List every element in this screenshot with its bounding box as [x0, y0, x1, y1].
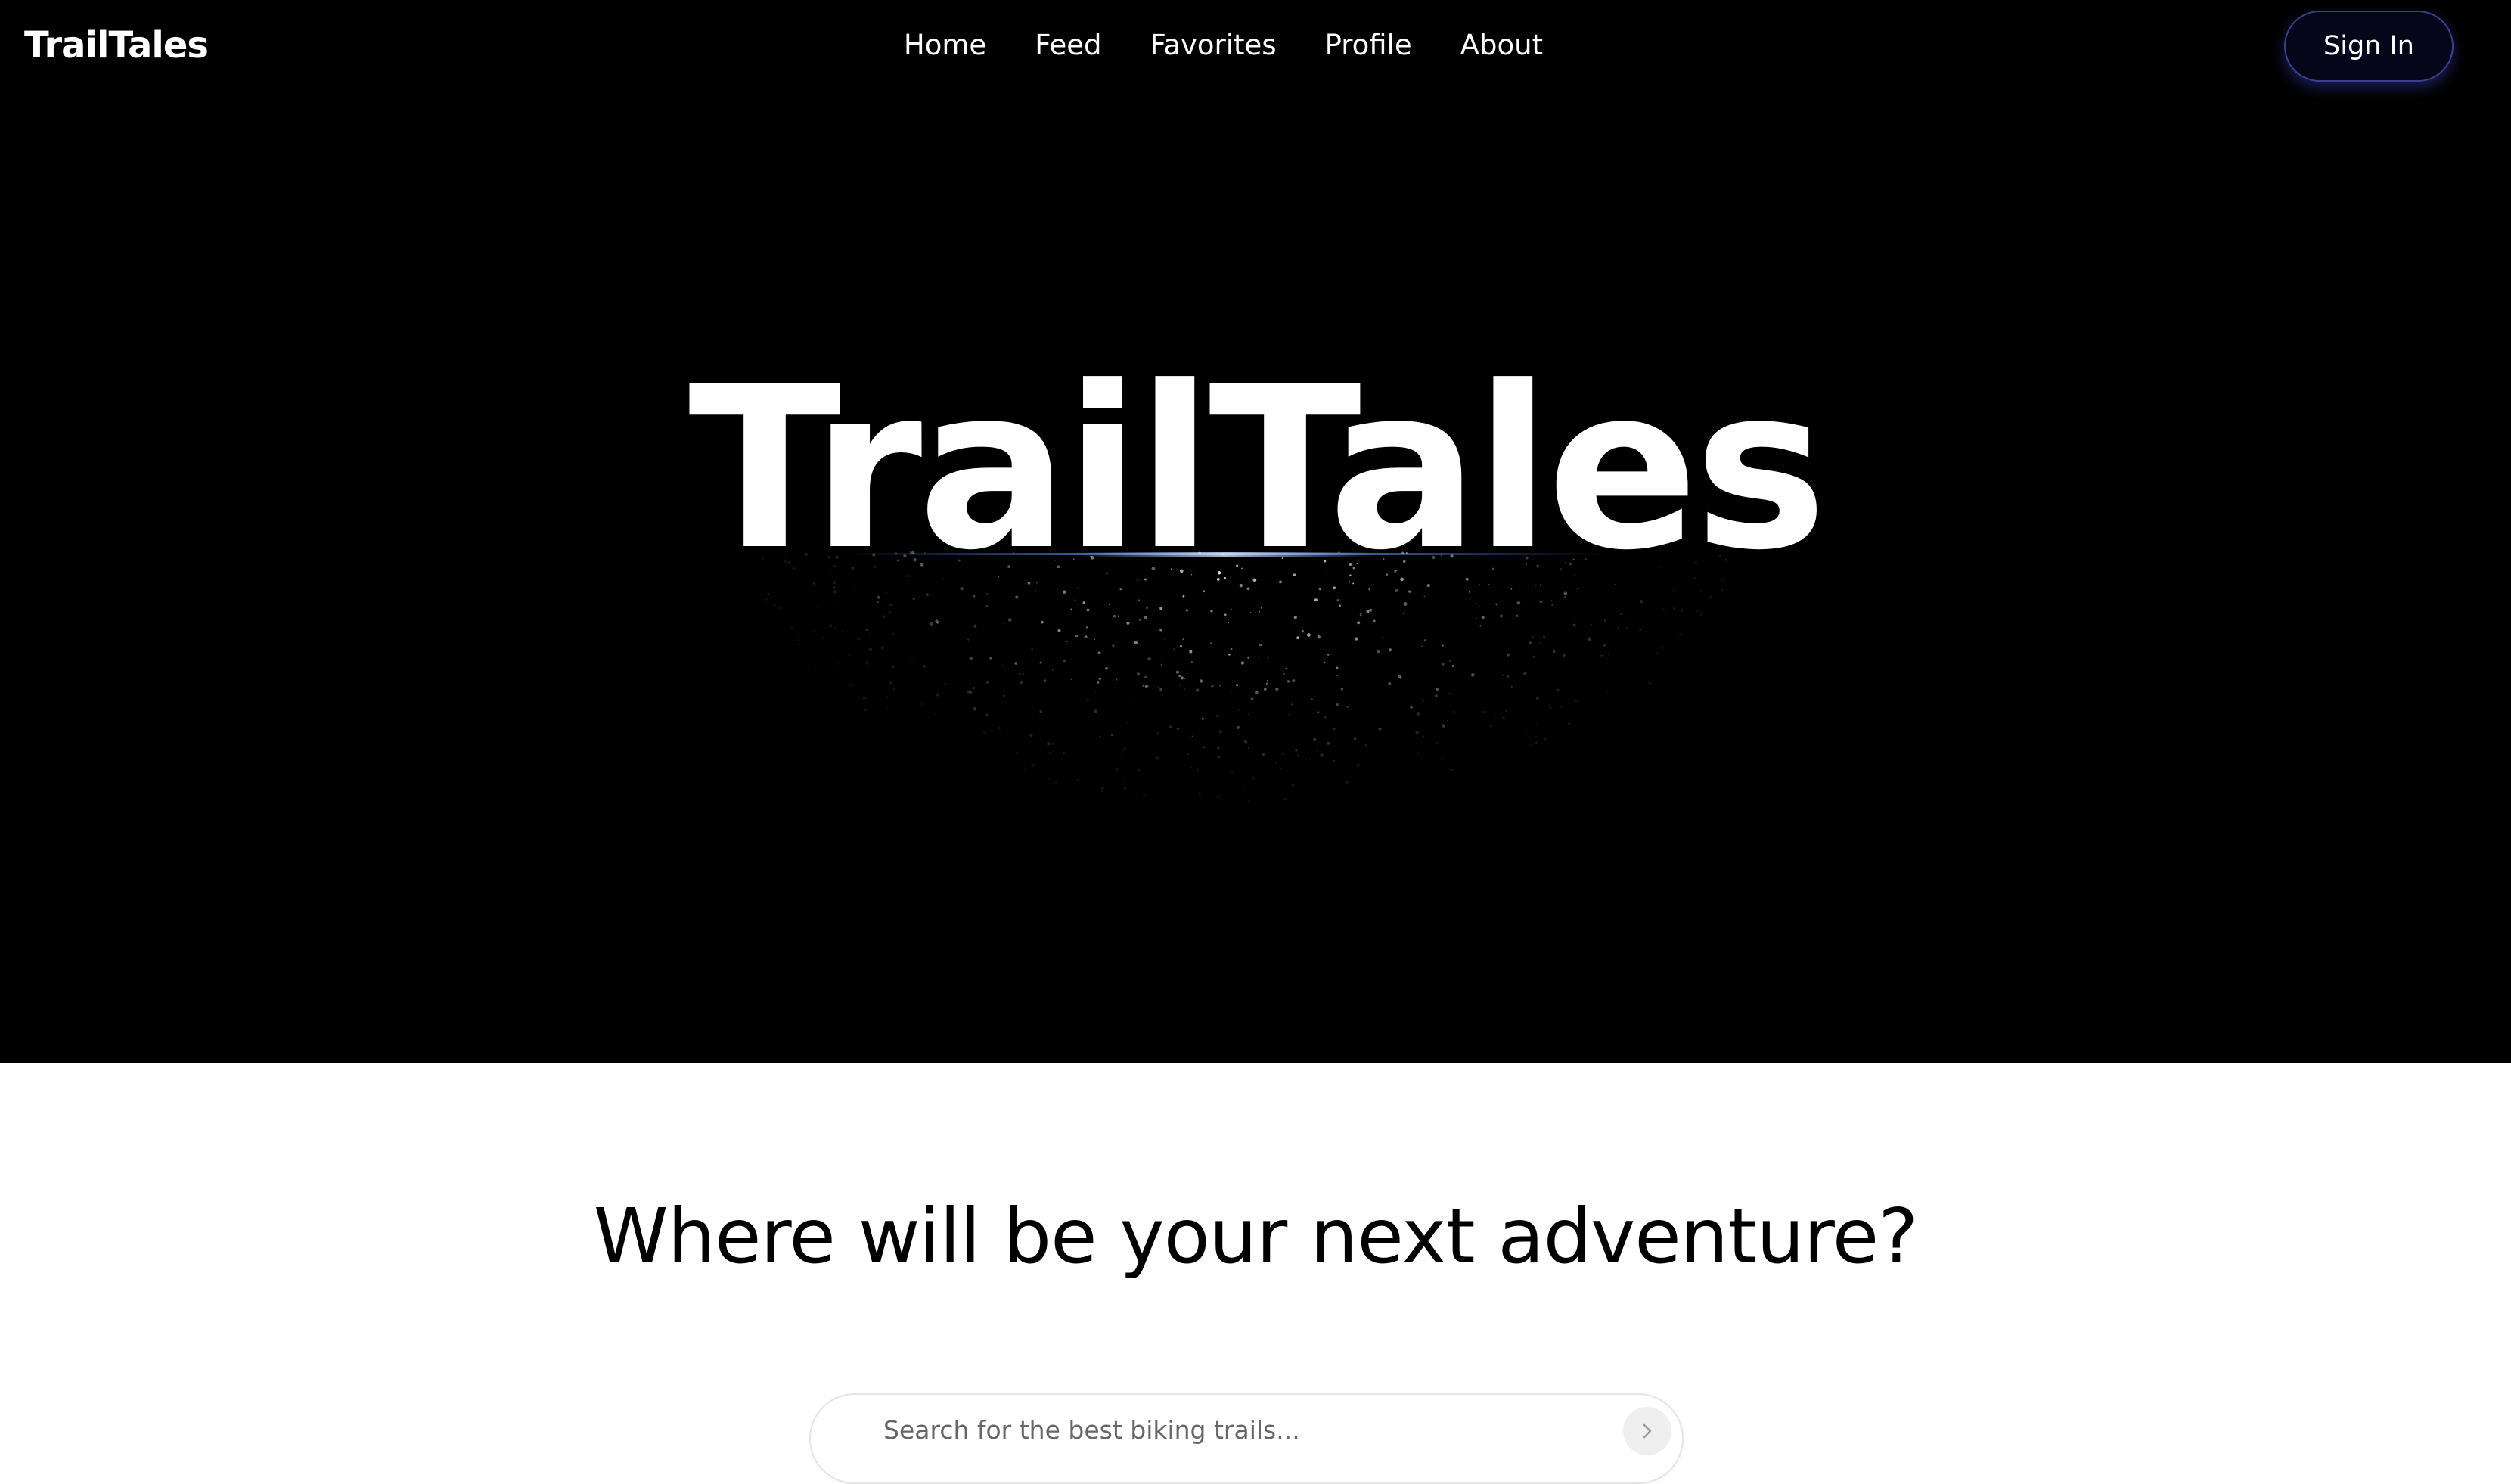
nav-item-favorites[interactable]: Favorites — [1150, 23, 1276, 68]
main-nav: Home Feed Favorites Profile About — [0, 23, 2511, 68]
sign-in-button[interactable]: Sign In — [2284, 11, 2454, 82]
nav-item-feed[interactable]: Feed — [1035, 23, 1101, 68]
adventure-headline: Where will be your next adventure? — [593, 1192, 1919, 1281]
hero-section: TrailTales Home Feed Favorites Profile A… — [0, 0, 2511, 1063]
search-submit-button[interactable] — [1623, 1407, 1671, 1455]
chevron-right-icon — [1643, 1423, 1652, 1439]
nav-item-about[interactable]: About — [1460, 23, 1543, 68]
nav-items: Home Feed Favorites Profile About — [904, 23, 1543, 68]
search-bar — [809, 1393, 1684, 1484]
nav-item-home[interactable]: Home — [904, 23, 986, 68]
nav-item-profile[interactable]: Profile — [1325, 23, 1412, 68]
sparkles-decoration — [761, 551, 1728, 803]
search-input[interactable] — [883, 1414, 1564, 1445]
brand-logo[interactable]: TrailTales — [24, 23, 209, 68]
